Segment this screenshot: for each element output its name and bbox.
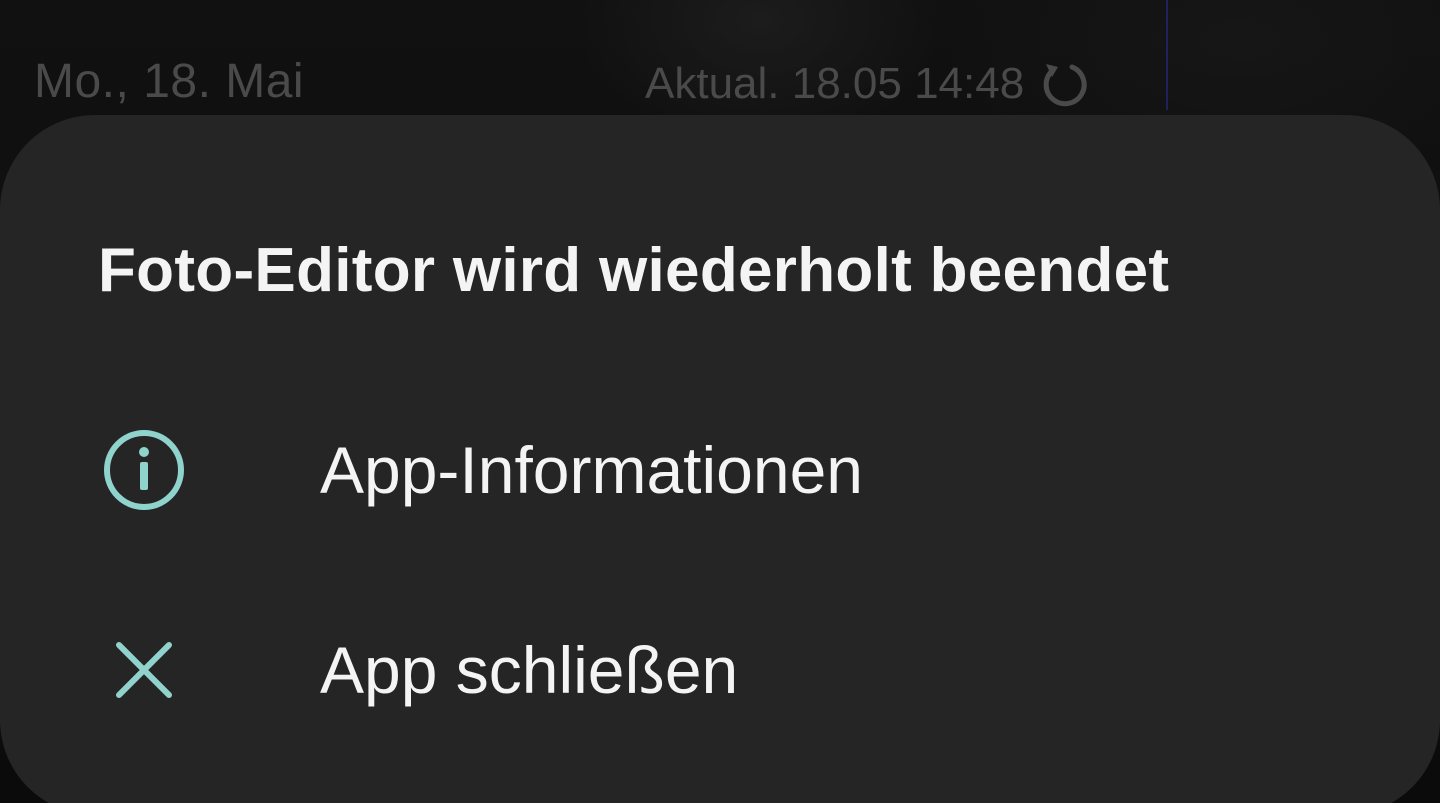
info-icon — [60, 428, 228, 512]
refresh-icon[interactable] — [1038, 58, 1090, 110]
wallpaper-detail — [1166, 0, 1168, 110]
weather-updated-status: Aktual. 18.05 14:48 — [645, 58, 1090, 110]
dialog-title: Foto-Editor wird wiederholt beendet — [98, 236, 1170, 305]
app-info-button[interactable]: App-Informationen — [60, 410, 1380, 530]
close-icon — [60, 639, 228, 701]
close-app-label: App schließen — [320, 633, 739, 707]
lock-screen: Mo., 18. Mai Aktual. 18.05 14:48 Foto-Ed… — [0, 0, 1440, 803]
date-label: Mo., 18. Mai — [34, 55, 305, 108]
app-crash-dialog: Foto-Editor wird wiederholt beendet App-… — [0, 115, 1440, 803]
app-info-label: App-Informationen — [320, 433, 863, 507]
close-app-button[interactable]: App schließen — [60, 610, 1380, 730]
updated-label: Aktual. 18.05 14:48 — [645, 59, 1025, 108]
